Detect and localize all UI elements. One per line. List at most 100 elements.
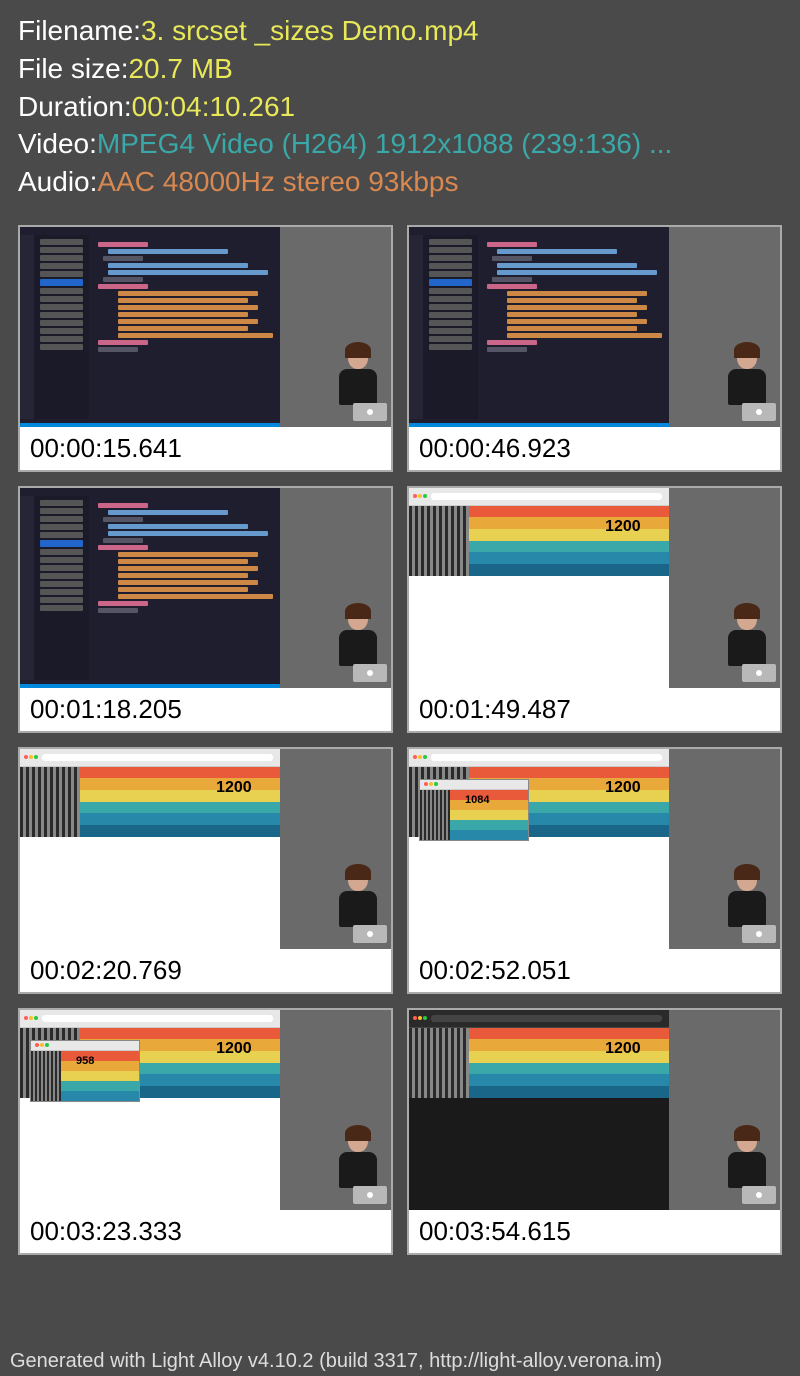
thumbnail-image: 1200 <box>20 749 391 949</box>
thumbnail-timestamp: 00:01:49.487 <box>409 688 780 731</box>
thumbnail-image <box>409 227 780 427</box>
video-value: MPEG4 Video (H264) 1912x1088 (239:136) .… <box>97 125 672 163</box>
traffic-light-max <box>34 1016 38 1020</box>
audio-label: Audio: <box>18 163 97 201</box>
thumbnail-6[interactable]: 1200 958 00:03:23.333 <box>18 1008 393 1255</box>
banner-bw-section <box>409 1028 469 1098</box>
presenter-video <box>669 227 780 427</box>
banner-size-label: 1200 <box>605 518 641 536</box>
presenter-video <box>280 488 391 688</box>
browser-chrome <box>409 1010 669 1028</box>
thumbnail-timestamp: 00:00:46.923 <box>409 427 780 470</box>
thumbnail-timestamp: 00:00:15.641 <box>20 427 391 470</box>
editor-file-tree <box>34 496 89 680</box>
thumbnail-3[interactable]: 1200 00:01:49.487 <box>407 486 782 733</box>
traffic-light-min <box>418 494 422 498</box>
address-bar <box>42 754 273 761</box>
audio-value: AAC 48000Hz stereo 93kbps <box>97 163 458 201</box>
browser-view: 1200 x 890 1200 <box>409 1010 669 1210</box>
thumbnail-timestamp: 00:02:52.051 <box>409 949 780 992</box>
browser-chrome <box>20 749 280 767</box>
hero-banner: 1200 <box>80 767 280 837</box>
filesize-value: 20.7 MB <box>128 50 232 88</box>
filesize-row: File size: 20.7 MB <box>18 50 782 88</box>
overlay-window: 958 <box>30 1040 140 1102</box>
file-tree-selected <box>429 279 472 286</box>
file-tree-selected <box>40 540 83 547</box>
footer-text: Generated with Light Alloy v4.10.2 (buil… <box>10 1350 662 1373</box>
traffic-light-min <box>29 755 33 759</box>
editor-file-tree <box>423 235 478 419</box>
address-bar <box>431 1015 662 1022</box>
presenter-laptop <box>742 1186 776 1204</box>
presenter-laptop <box>742 403 776 421</box>
thumbnail-image <box>20 488 391 688</box>
presenter-person <box>333 606 383 668</box>
editor-file-tree <box>34 235 89 419</box>
banner-size-label: 1200 <box>605 779 641 797</box>
hero-banner: 1200 <box>469 1028 669 1098</box>
traffic-light-close <box>413 494 417 498</box>
presenter-video <box>669 1010 780 1210</box>
traffic-light-max <box>423 755 427 759</box>
browser-view: 1200 <box>20 749 280 949</box>
overlay-size-label: 958 <box>76 1055 94 1067</box>
presenter-video <box>280 1010 391 1210</box>
video-row: Video: MPEG4 Video (H264) 1912x1088 (239… <box>18 125 782 163</box>
presenter-person <box>722 345 772 407</box>
thumbnail-image: 1200 <box>409 488 780 688</box>
browser-chrome <box>20 1010 280 1028</box>
code-editor-view <box>409 227 669 427</box>
traffic-light-min <box>418 1016 422 1020</box>
file-tree-selected <box>40 279 83 286</box>
presenter-video <box>280 749 391 949</box>
thumbnail-image: 1200 x 890 1200 <box>409 1010 780 1210</box>
filesize-label: File size: <box>18 50 128 88</box>
duration-value: 00:04:10.261 <box>132 88 296 126</box>
thumbnail-5[interactable]: 1200 1084 00:02:52.051 <box>407 747 782 994</box>
browser-chrome <box>409 488 669 506</box>
thumbnail-2[interactable]: 00:01:18.205 <box>18 486 393 733</box>
thumbnail-timestamp: 00:02:20.769 <box>20 949 391 992</box>
editor-activity-bar <box>20 235 34 419</box>
thumbnail-1[interactable]: 00:00:46.923 <box>407 225 782 472</box>
code-content <box>479 237 667 357</box>
traffic-light-close <box>413 755 417 759</box>
presenter-laptop <box>742 664 776 682</box>
thumbnail-0[interactable]: 00:00:15.641 <box>18 225 393 472</box>
banner-size-label: 1200 <box>216 779 252 797</box>
thumbnail-timestamp: 00:03:54.615 <box>409 1210 780 1253</box>
hero-banner: 1200 <box>469 506 669 576</box>
presenter-laptop <box>353 925 387 943</box>
banner-size-label: 1200 <box>605 1040 641 1058</box>
duration-row: Duration: 00:04:10.261 <box>18 88 782 126</box>
banner-bw-section <box>20 767 80 837</box>
browser-view: 1200 1084 <box>409 749 669 949</box>
code-editor-view <box>20 227 280 427</box>
filename-label: Filename: <box>18 12 141 50</box>
filename-row: Filename: 3. srcset _sizes Demo.mp4 <box>18 12 782 50</box>
presenter-video <box>280 227 391 427</box>
traffic-light-close <box>413 1016 417 1020</box>
video-label: Video: <box>18 125 97 163</box>
banner-bw-section <box>409 506 469 576</box>
thumbnail-7[interactable]: 1200 x 890 1200 00:03:54.615 <box>407 1008 782 1255</box>
traffic-light-min <box>418 755 422 759</box>
presenter-laptop <box>353 403 387 421</box>
editor-activity-bar <box>20 496 34 680</box>
code-editor-view <box>20 488 280 688</box>
thumbnail-4[interactable]: 1200 00:02:20.769 <box>18 747 393 994</box>
overlay-window: 1084 <box>419 779 529 841</box>
address-bar <box>431 493 662 500</box>
traffic-light-min <box>29 1016 33 1020</box>
traffic-light-close <box>24 755 28 759</box>
presenter-video <box>669 749 780 949</box>
code-content <box>90 237 278 357</box>
traffic-light-max <box>34 755 38 759</box>
thumbnail-image: 1200 1084 <box>409 749 780 949</box>
editor-activity-bar <box>409 235 423 419</box>
presenter-laptop <box>353 664 387 682</box>
presenter-laptop <box>353 1186 387 1204</box>
presenter-person <box>333 867 383 929</box>
presenter-video <box>669 488 780 688</box>
